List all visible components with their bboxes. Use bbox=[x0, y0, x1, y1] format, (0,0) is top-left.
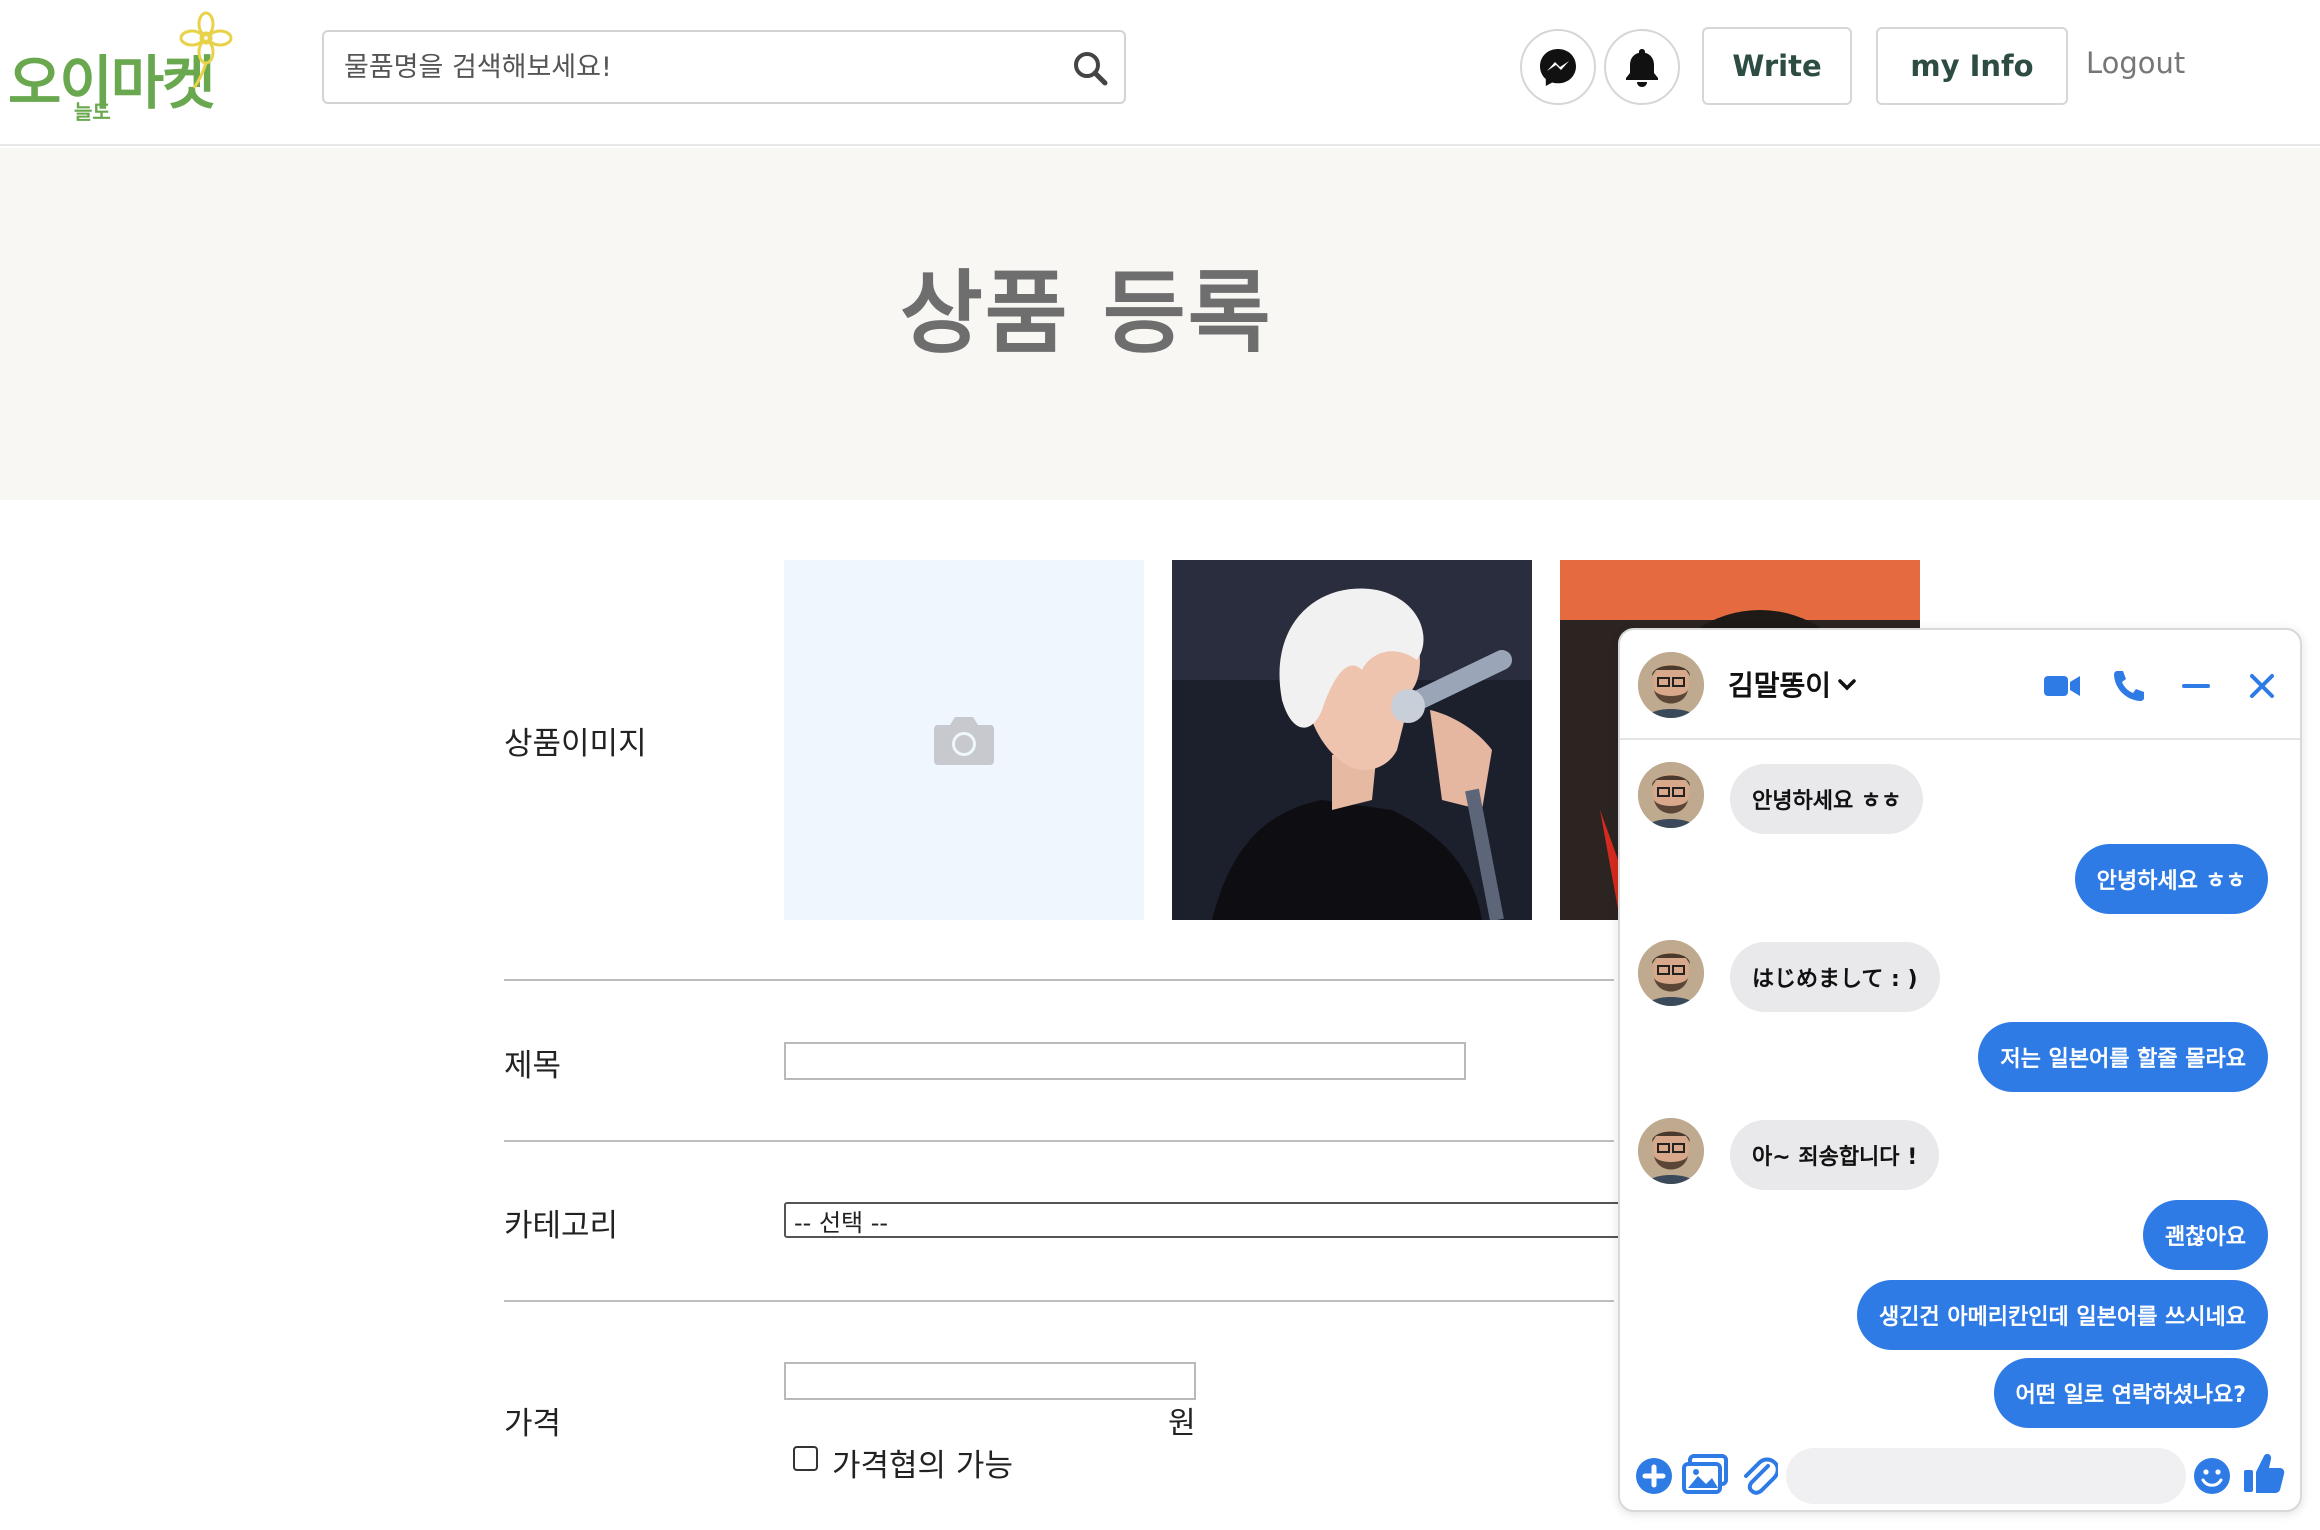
avatar[interactable] bbox=[1638, 1118, 1704, 1184]
form-divider bbox=[504, 1140, 1614, 1142]
minimize-icon[interactable] bbox=[2176, 668, 2216, 704]
camera-icon bbox=[934, 717, 994, 765]
phone-icon[interactable] bbox=[2108, 668, 2148, 704]
category-label: 카테고리 bbox=[504, 1208, 619, 1244]
thumbs-up-icon[interactable] bbox=[2242, 1450, 2286, 1496]
my-info-button[interactable]: my Info bbox=[1876, 27, 2068, 105]
title-input[interactable] bbox=[784, 1042, 1466, 1080]
category-selected-value: -- 선택 -- bbox=[794, 1208, 889, 1237]
incoming-message[interactable]: 아~ 죄송합니다 ! bbox=[1730, 1120, 1940, 1190]
avatar[interactable] bbox=[1638, 940, 1704, 1006]
outgoing-message[interactable]: 어떤 일로 연락하셨나요? bbox=[1993, 1358, 2268, 1428]
page-title: 상품 등록 bbox=[900, 261, 1273, 366]
chat-composer bbox=[1620, 1436, 2300, 1510]
search-icon[interactable] bbox=[1070, 48, 1110, 88]
outgoing-message[interactable]: 안녕하세요 ㅎㅎ bbox=[2074, 844, 2268, 914]
bell-icon bbox=[1626, 49, 1658, 87]
top-header: 오이마켓 늘도 물품명을 검색해보세요! Write my Info Logou… bbox=[0, 0, 2320, 146]
form-divider bbox=[504, 979, 1614, 981]
category-select[interactable]: -- 선택 -- bbox=[784, 1202, 1624, 1238]
product-image-thumbnail[interactable] bbox=[1172, 560, 1532, 920]
app-root: 오이마켓 늘도 물품명을 검색해보세요! Write my Info Logou… bbox=[0, 0, 2320, 1530]
site-logo[interactable]: 오이마켓 늘도 bbox=[8, 10, 238, 125]
flower-icon bbox=[179, 11, 233, 89]
image-upload-slot[interactable] bbox=[784, 560, 1144, 920]
avatar[interactable] bbox=[1638, 652, 1704, 718]
form-divider bbox=[504, 1300, 1614, 1302]
plus-circle-icon[interactable] bbox=[1634, 1456, 1674, 1496]
negotiable-label[interactable]: 가격협의 가능 bbox=[832, 1440, 1013, 1485]
price-unit: 원 bbox=[1168, 1406, 1196, 1441]
messenger-button[interactable] bbox=[1520, 29, 1596, 105]
chat-contact-name[interactable]: 김말똥이 bbox=[1728, 664, 1831, 704]
avatar[interactable] bbox=[1638, 762, 1704, 828]
messenger-icon bbox=[1540, 49, 1576, 86]
chevron-down-icon[interactable] bbox=[1836, 674, 1858, 696]
search-bar bbox=[322, 30, 1126, 104]
chat-header: 김말똥이 bbox=[1620, 630, 2300, 740]
close-icon[interactable] bbox=[2242, 668, 2282, 704]
price-input[interactable] bbox=[784, 1362, 1196, 1400]
price-label: 가격 bbox=[504, 1406, 562, 1442]
avatar-image bbox=[1638, 652, 1704, 718]
title-label: 제목 bbox=[504, 1048, 562, 1084]
incoming-message[interactable]: はじめまして : ) bbox=[1730, 942, 1940, 1012]
logo-subtext: 늘도 bbox=[74, 100, 111, 124]
outgoing-message[interactable]: 괜찮아요 bbox=[2143, 1200, 2268, 1270]
write-button[interactable]: Write bbox=[1702, 27, 1852, 105]
page-banner: 상품 등록 bbox=[0, 148, 2320, 500]
image-gallery-icon[interactable] bbox=[1682, 1454, 1728, 1494]
incoming-message[interactable]: 안녕하세요 ㅎㅎ bbox=[1730, 764, 1924, 834]
video-call-icon[interactable] bbox=[2042, 668, 2082, 704]
outgoing-message[interactable]: 저는 일본어를 할줄 몰라요 bbox=[1978, 1022, 2268, 1092]
negotiable-checkbox[interactable] bbox=[793, 1446, 818, 1471]
chat-window: 김말똥이 안녕하세요 ㅎㅎ 안녕하세요 ㅎㅎ はじめまして : ) 저는 일본어를 할… bbox=[1618, 628, 2302, 1512]
search-input[interactable] bbox=[344, 32, 1044, 102]
singer-photo bbox=[1172, 560, 1532, 920]
chat-message-input[interactable] bbox=[1786, 1448, 2186, 1504]
outgoing-message[interactable]: 생긴건 아메리칸인데 일본어를 쓰시네요 bbox=[1856, 1280, 2268, 1350]
emoji-icon[interactable] bbox=[2192, 1456, 2232, 1496]
product-image-label: 상품이미지 bbox=[504, 726, 647, 762]
logout-link[interactable]: Logout bbox=[2086, 46, 2185, 80]
paperclip-icon[interactable] bbox=[1740, 1454, 1778, 1496]
notification-button[interactable] bbox=[1604, 29, 1680, 105]
